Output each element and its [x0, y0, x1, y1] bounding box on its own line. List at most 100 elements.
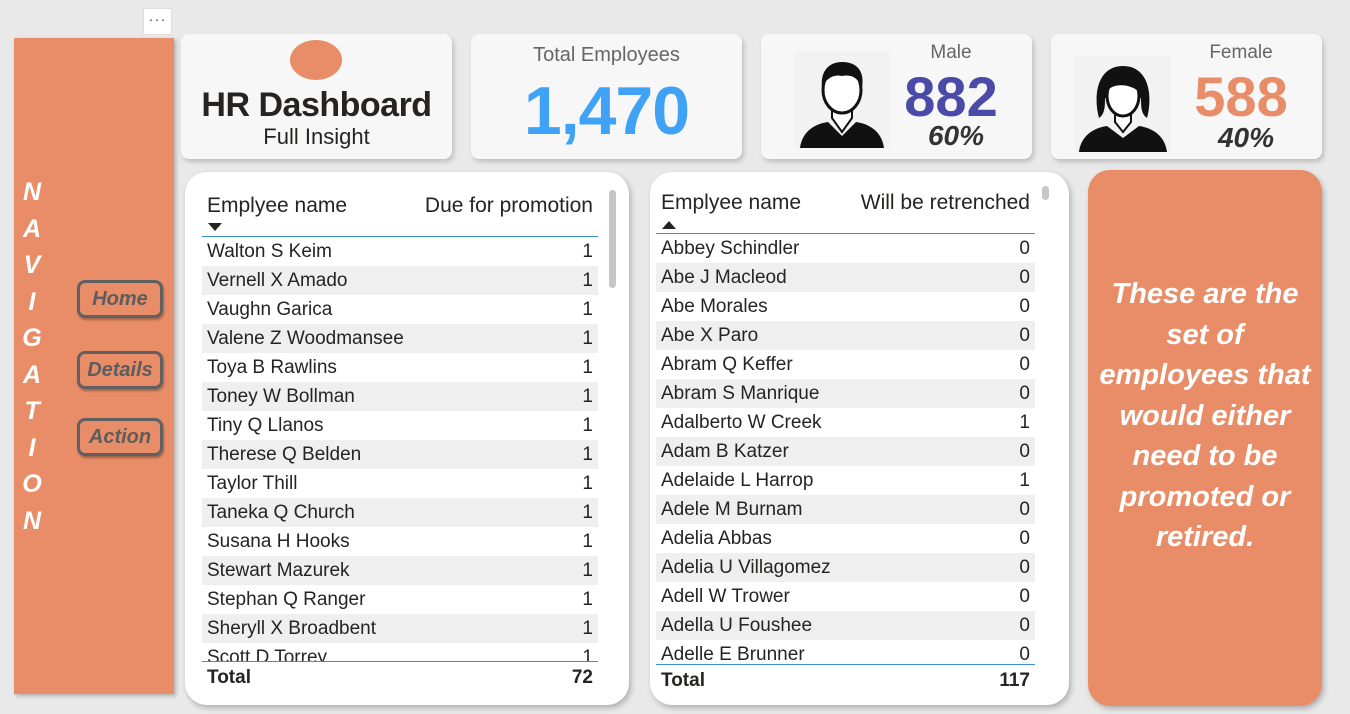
details-button[interactable]: Details: [77, 351, 163, 389]
table-row[interactable]: Abe X Paro 0: [656, 321, 1035, 350]
cell-value: 0: [1019, 325, 1030, 346]
table-row[interactable]: Therese Q Belden 1: [202, 440, 598, 469]
table-row[interactable]: Scott D Torrey 1: [202, 643, 598, 661]
cell-value: 1: [582, 386, 593, 407]
cell-value: 0: [1019, 528, 1030, 549]
column-header-will-be-retrenched[interactable]: Will be retrenched: [861, 191, 1030, 215]
table-row[interactable]: Adele M Burnam 0: [656, 495, 1035, 524]
table-row[interactable]: Adelia Abbas 0: [656, 524, 1035, 553]
cell-value: 1: [582, 241, 593, 262]
table-row[interactable]: Abbey Schindler 0: [656, 234, 1035, 263]
cell-value: 1: [582, 328, 593, 349]
sort-ascending-icon[interactable]: [662, 221, 676, 229]
promotion-table-scrollbar[interactable]: [609, 190, 616, 288]
table-row[interactable]: Adelia U Villagomez 0: [656, 553, 1035, 582]
home-button[interactable]: Home: [77, 280, 163, 318]
cell-name: Stewart Mazurek: [207, 560, 350, 581]
total-label: Total: [207, 667, 251, 688]
cell-value: 0: [1019, 383, 1030, 404]
total-employees-label: Total Employees: [533, 44, 680, 66]
cell-name: Tiny Q Llanos: [207, 415, 324, 436]
table-row[interactable]: Tiny Q Llanos 1: [202, 411, 598, 440]
cell-name: Taylor Thill: [207, 473, 298, 494]
column-header-name[interactable]: Emplyee name: [661, 191, 801, 215]
table-body: Abbey Schindler 0 Abe J Macleod 0 Abe Mora…: [656, 234, 1035, 664]
column-header-name[interactable]: Emplyee name: [207, 194, 347, 218]
table-row[interactable]: Abram Q Keffer 0: [656, 350, 1035, 379]
total-employees-card: Total Employees 1,470: [471, 34, 742, 159]
table-body: Walton S Keim 1 Vernell X Amado 1 Vaughn G…: [202, 237, 598, 661]
female-percent: 40%: [1217, 122, 1275, 153]
table-row[interactable]: Susana H Hooks 1: [202, 527, 598, 556]
table-row[interactable]: Walton S Keim 1: [202, 237, 598, 266]
cell-value: 0: [1019, 354, 1030, 375]
total-label: Total: [661, 670, 705, 691]
retrench-table[interactable]: Emplyee name Will be retrenched Abbey Sc…: [656, 181, 1035, 695]
table-row[interactable]: Adam B Katzer 0: [656, 437, 1035, 466]
cell-value: 1: [582, 444, 593, 465]
title-card: HR Dashboard Full Insight: [181, 34, 452, 159]
cell-value: 1: [1019, 470, 1030, 491]
table-row[interactable]: Stephan Q Ranger 1: [202, 585, 598, 614]
cell-name: Adalberto W Creek: [661, 412, 822, 433]
table-row[interactable]: Sheryll X Broadbent 1: [202, 614, 598, 643]
more-options-button[interactable]: ···: [143, 8, 172, 35]
table-row[interactable]: Adelaide L Harrop 1: [656, 466, 1035, 495]
nav-letter: G: [22, 324, 42, 352]
sort-descending-icon[interactable]: [208, 223, 222, 231]
male-percent: 60%: [927, 120, 985, 151]
cell-value: 0: [1019, 499, 1030, 520]
table-row[interactable]: Stewart Mazurek 1: [202, 556, 598, 585]
table-row[interactable]: Vaughn Garica 1: [202, 295, 598, 324]
nav-letter: I: [28, 287, 36, 316]
cell-value: 1: [582, 357, 593, 378]
cell-name: Adelia U Villagomez: [661, 557, 831, 578]
cell-value: 0: [1019, 644, 1030, 664]
cell-value: 0: [1019, 267, 1030, 288]
table-row[interactable]: Adalberto W Creek 1: [656, 408, 1035, 437]
table-row[interactable]: Toya B Rawlins 1: [202, 353, 598, 382]
table-header: Emplyee name Due for promotion: [202, 184, 598, 237]
male-avatar-icon: [794, 52, 890, 148]
nav-letter: N: [22, 506, 42, 535]
cell-name: Scott D Torrey: [207, 647, 328, 661]
promotion-table-panel: Emplyee name Due for promotion Walton S …: [185, 172, 629, 705]
total-value: 72: [571, 667, 593, 688]
cell-value: 1: [582, 473, 593, 494]
cell-value: 1: [582, 589, 593, 610]
table-row[interactable]: Adell W Trower 0: [656, 582, 1035, 611]
cell-value: 0: [1019, 557, 1030, 578]
retrench-table-panel: Emplyee name Will be retrenched Abbey Sc…: [650, 172, 1069, 705]
table-row[interactable]: Adelle E Brunner 0: [656, 640, 1035, 664]
nav-letter: O: [22, 470, 42, 498]
table-row[interactable]: Abe J Macleod 0: [656, 263, 1035, 292]
cell-name: Sheryll X Broadbent: [207, 618, 376, 639]
cell-value: 1: [582, 531, 593, 552]
cell-name: Therese Q Belden: [207, 444, 362, 465]
table-row[interactable]: Toney W Bollman 1: [202, 382, 598, 411]
table-row[interactable]: Abram S Manrique 0: [656, 379, 1035, 408]
table-row[interactable]: Adella U Foushee 0: [656, 611, 1035, 640]
retrench-table-scrollbar[interactable]: [1042, 186, 1049, 200]
logo-dot: [290, 40, 342, 80]
cell-name: Abe J Macleod: [661, 267, 787, 288]
cell-name: Adele M Burnam: [661, 499, 803, 520]
table-row[interactable]: Taneka Q Church 1: [202, 498, 598, 527]
table-row[interactable]: Valene Z Woodmansee 1: [202, 324, 598, 353]
cell-name: Adella U Foushee: [661, 615, 813, 636]
column-header-due-for-promotion[interactable]: Due for promotion: [425, 194, 593, 218]
table-row[interactable]: Taylor Thill 1: [202, 469, 598, 498]
nav-letter: I: [28, 433, 36, 462]
cell-value: 1: [582, 560, 593, 581]
table-row[interactable]: Vernell X Amado 1: [202, 266, 598, 295]
promotion-table[interactable]: Emplyee name Due for promotion Walton S …: [202, 184, 598, 692]
table-row[interactable]: Abe Morales 0: [656, 292, 1035, 321]
male-label: Male: [930, 42, 972, 63]
cell-name: Abram Q Keffer: [661, 354, 793, 375]
cell-name: Vaughn Garica: [207, 299, 333, 320]
table-header: Emplyee name Will be retrenched: [656, 181, 1035, 234]
cell-value: 0: [1019, 615, 1030, 636]
cell-value: 0: [1019, 441, 1030, 462]
table-total-row: Total 117: [656, 664, 1035, 695]
action-button[interactable]: Action: [77, 418, 163, 456]
